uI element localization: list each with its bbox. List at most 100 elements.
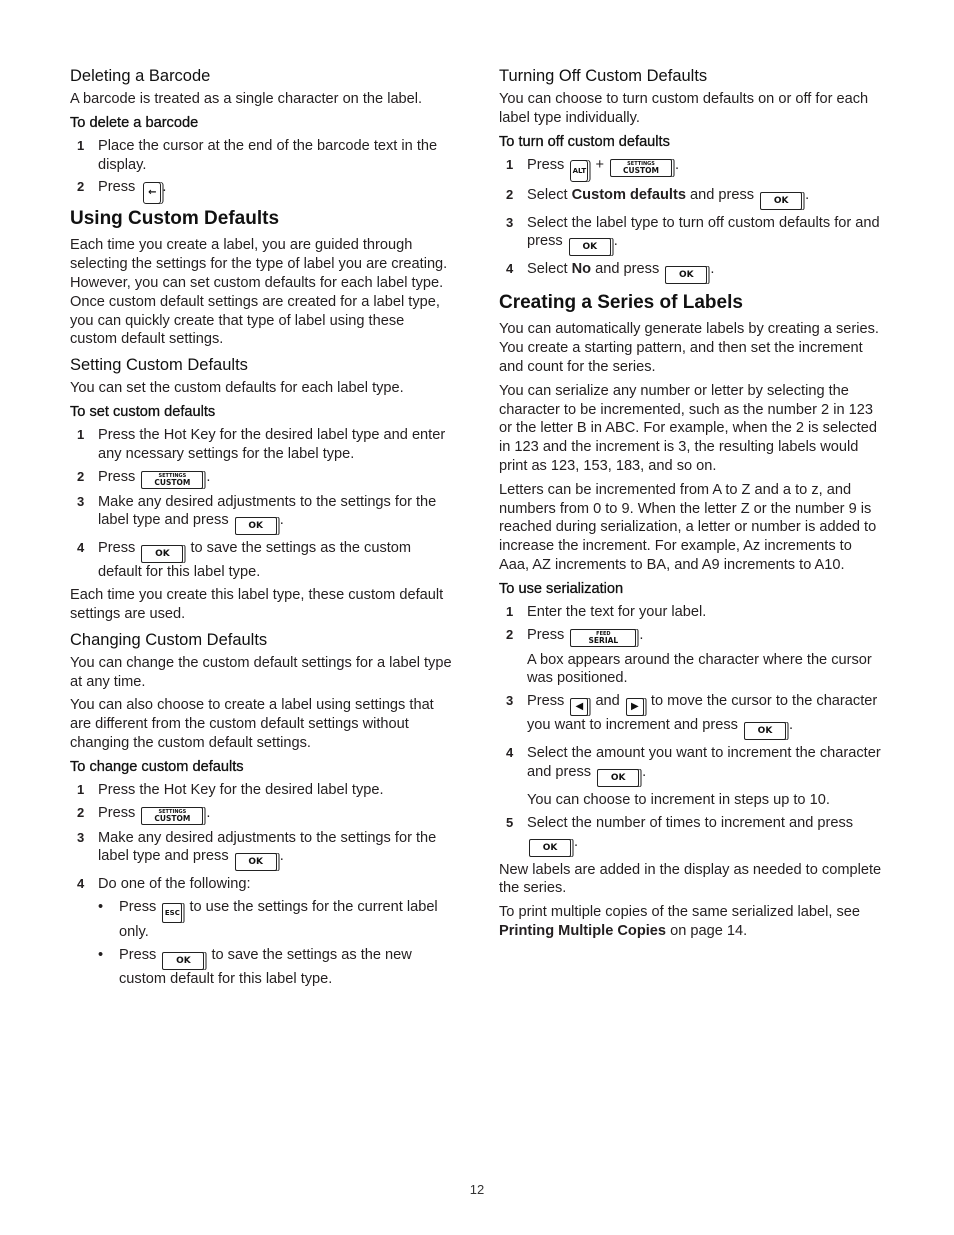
step-number: 2	[77, 468, 85, 484]
step-text: Select	[527, 186, 568, 203]
step-text: Select	[527, 261, 568, 278]
procedure-heading-delete-barcode: To delete a barcode	[70, 114, 199, 131]
punct: .	[675, 156, 680, 173]
punct: .	[279, 512, 284, 529]
step-text: Press	[98, 468, 136, 485]
step-text: Enter the text for your label.	[527, 603, 707, 620]
section-title-setting-custom-defaults: Setting Custom Defaults	[70, 356, 248, 375]
step-text: Press	[527, 156, 565, 173]
step-text: Select the amount you want to increment …	[527, 745, 881, 780]
punct: .	[613, 233, 618, 250]
step-text: Press	[98, 179, 136, 196]
left-column: Deleting a Barcode A barcode is treated …	[70, 64, 454, 993]
procedure-heading-turn-off: To turn off custom defaults	[499, 133, 670, 150]
step-note: You can choose to increment in steps up …	[527, 791, 830, 808]
step-number: 3	[77, 829, 85, 845]
step-text: Place the cursor at the end of the barco…	[98, 137, 438, 173]
punct: .	[710, 261, 715, 278]
ok-key-icon: OK	[760, 191, 803, 210]
step: 2 Press ←.	[70, 178, 454, 205]
turning-off-intro: You can choose to turn custom defaults o…	[499, 91, 869, 126]
step-number: 4	[77, 876, 85, 892]
punct: .	[805, 186, 810, 203]
bold-term: Custom defaults	[571, 186, 686, 203]
procedure-heading-set-defaults: To set custom defaults	[70, 403, 216, 420]
ok-key-icon: OK	[597, 768, 640, 787]
key-bottom-label: CUSTOM	[623, 165, 659, 175]
ok-key-icon: OK	[529, 838, 571, 857]
step-text: Press	[527, 693, 565, 710]
procedure-heading-use-serialization: To use serialization	[499, 580, 624, 597]
step-number: 1	[77, 781, 85, 797]
step-text: Press the Hot Key for the desired label …	[98, 781, 384, 798]
setting-intro: You can set the custom defaults for each…	[70, 380, 404, 397]
step: 2 Press FEED SERIAL.	[499, 626, 883, 647]
settings-custom-key-icon: SETTINGS CUSTOM	[141, 806, 204, 825]
ok-key-icon: OK	[141, 545, 184, 564]
punct: .	[162, 179, 167, 196]
step-text: Press	[527, 626, 565, 643]
left-arrow-key-icon: ◀	[570, 698, 589, 717]
series-p5-text: To print multiple copies of the same ser…	[499, 904, 860, 921]
step: 4 Select the amount you want to incremen…	[499, 744, 883, 787]
bullet-text: Press	[119, 946, 157, 963]
ok-key-icon: OK	[234, 853, 277, 872]
step-number: 2	[77, 179, 85, 195]
procedure-heading-change-defaults: To change custom defaults	[70, 758, 244, 775]
step-text: Press	[98, 540, 136, 557]
punct: .	[206, 468, 211, 485]
cross-reference-link[interactable]: Printing Multiple Copies	[499, 923, 666, 939]
bold-term: No	[571, 261, 592, 278]
series-p1: You can automatically generate labels by…	[499, 321, 879, 375]
key-bottom-label: SERIAL	[588, 635, 619, 645]
step-number: 4	[77, 540, 85, 556]
step: 2 Press SETTINGS CUSTOM.	[70, 468, 454, 489]
step-number: 2	[506, 186, 514, 202]
esc-key-icon: ESC	[162, 903, 183, 924]
punct: .	[642, 763, 647, 780]
step: 1 Press the Hot Key for the desired labe…	[70, 426, 454, 464]
bullet-item: • Press ESC to use the settings for the …	[70, 898, 454, 942]
step-note: A box appears around the character where…	[527, 651, 872, 687]
step-number: 1	[77, 426, 85, 442]
step: 5 Select the number of times to incremen…	[499, 814, 883, 857]
punct: .	[279, 848, 284, 865]
section-title-changing-custom-defaults: Changing Custom Defaults	[70, 630, 268, 649]
step-number: 4	[506, 261, 514, 277]
step-text: and press	[595, 261, 660, 278]
settings-custom-key-icon: SETTINGS CUSTOM	[610, 158, 673, 177]
plus-sign: +	[595, 156, 604, 173]
changing-p2: You can also choose to create a label us…	[70, 697, 434, 751]
punct: .	[574, 833, 579, 850]
step-text: and	[595, 693, 620, 710]
alt-key-icon: ALT	[570, 159, 589, 182]
ok-key-icon: OK	[568, 238, 611, 257]
step-number: 4	[506, 745, 514, 761]
key-bottom-label: CUSTOM	[154, 477, 191, 487]
bullet-text: Press	[119, 899, 157, 916]
right-column: Turning Off Custom Defaults You can choo…	[499, 64, 883, 946]
step-number: 3	[77, 493, 85, 509]
step: 1 Enter the text for your label.	[499, 603, 883, 622]
step: 4 Press OK to save the settings as the c…	[70, 539, 454, 582]
step-number: 1	[506, 156, 514, 172]
key-bottom-label: CUSTOM	[154, 813, 191, 823]
step-text: Do one of the following:	[98, 876, 251, 893]
punct: .	[788, 717, 794, 734]
step: 2 Select Custom defaults and press OK.	[499, 186, 883, 210]
step-text: Press the Hot Key for the desired label …	[98, 426, 446, 462]
section-title-creating-series: Creating a Series of Labels	[499, 292, 743, 314]
backspace-key-icon: ←	[143, 182, 162, 205]
step-number: 2	[506, 626, 514, 642]
section-title-using-custom-defaults: Using Custom Defaults	[70, 208, 280, 230]
changing-p1: You can change the custom default settin…	[70, 654, 452, 690]
using-body: Each time you create a label, you are gu…	[70, 237, 448, 348]
setting-outro: Each time you create this label type, th…	[70, 587, 444, 622]
step: 1 Press the Hot Key for the desired labe…	[70, 781, 454, 800]
step: 4 Do one of the following:	[70, 875, 454, 894]
feed-serial-key-icon: FEED SERIAL	[570, 628, 637, 647]
step: 1 Place the cursor at the end of the bar…	[70, 137, 454, 175]
punct: .	[639, 626, 644, 643]
series-p3: Letters can be incremented from A to Z a…	[499, 481, 877, 573]
series-p5: To print multiple copies of the same ser…	[499, 903, 883, 941]
